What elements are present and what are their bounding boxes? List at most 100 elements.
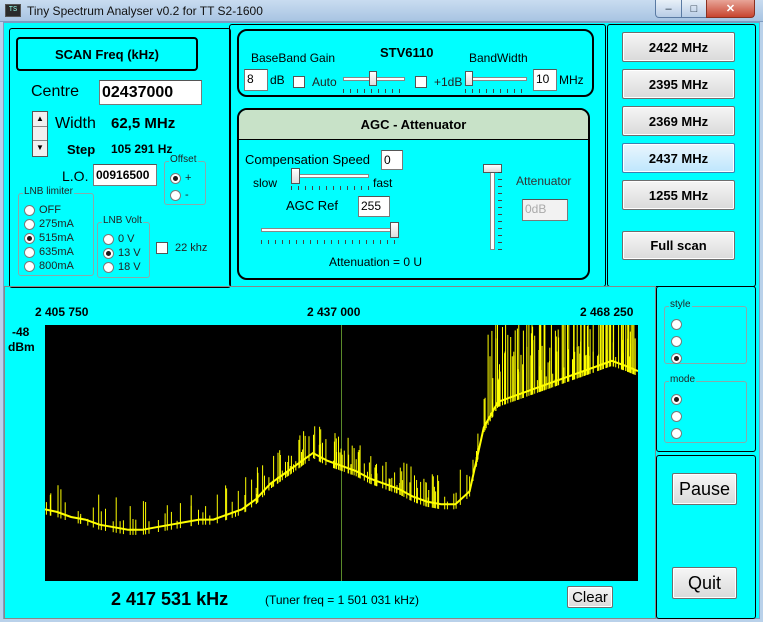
lo-input[interactable]: 00916500 bbox=[93, 164, 157, 186]
lnb-limiter-option[interactable]: 515mA bbox=[24, 231, 74, 245]
offset-legend: Offset bbox=[169, 154, 198, 165]
style-option[interactable] bbox=[671, 333, 686, 350]
fast-label: fast bbox=[373, 176, 393, 190]
freq-right-label: 2 468 250 bbox=[580, 305, 634, 319]
comp-speed-label: Compensation Speed bbox=[245, 152, 371, 167]
attenuator-slider[interactable] bbox=[483, 164, 503, 252]
lnb-volt-legend: LNB Volt bbox=[102, 215, 143, 226]
radio-icon[interactable] bbox=[103, 261, 114, 273]
mode-option[interactable] bbox=[671, 425, 686, 442]
preset-button[interactable]: 2437 MHz bbox=[622, 143, 735, 173]
preset-button[interactable]: 2369 MHz bbox=[622, 106, 735, 136]
slow-label: slow bbox=[253, 176, 278, 190]
freq-left-label: 2 405 750 bbox=[35, 305, 89, 319]
quit-button[interactable]: Quit bbox=[672, 567, 737, 599]
lnb-limiter-option[interactable]: 275mA bbox=[24, 217, 74, 231]
agc-ref-label: AGC Ref bbox=[286, 198, 339, 213]
lnb-limiter-option[interactable]: 800mA bbox=[24, 259, 74, 273]
pause-button[interactable]: Pause bbox=[672, 473, 737, 505]
auto-checkbox[interactable]: Auto bbox=[293, 75, 337, 89]
app-icon: TS bbox=[5, 4, 21, 17]
style-group: style bbox=[664, 299, 747, 367]
lnb-volt-option[interactable]: 18 V bbox=[103, 260, 141, 274]
style-option[interactable] bbox=[671, 350, 686, 367]
bandwidth-input[interactable]: 10 bbox=[533, 69, 557, 91]
gain-slider[interactable] bbox=[343, 71, 405, 93]
width-spinner[interactable]: ▲ ▼ bbox=[32, 111, 48, 157]
preset-button[interactable]: 1255 MHz bbox=[622, 180, 735, 210]
lnb-volt-option[interactable]: 0 V bbox=[103, 232, 141, 246]
bw-unit: MHz bbox=[559, 73, 584, 87]
radio-icon[interactable] bbox=[671, 336, 682, 347]
radio-icon[interactable] bbox=[671, 319, 682, 330]
full-scan-button[interactable]: Full scan bbox=[622, 231, 735, 260]
lo-label: L.O. bbox=[62, 168, 89, 184]
spin-up-icon[interactable]: ▲ bbox=[33, 112, 47, 127]
radio-icon[interactable] bbox=[24, 246, 35, 258]
mode-option[interactable] bbox=[671, 408, 686, 425]
offset-group: Offset + - bbox=[164, 154, 206, 205]
width-label: Width bbox=[55, 115, 96, 132]
radio-icon[interactable] bbox=[24, 232, 35, 244]
scan-title: SCAN Freq (kHz) bbox=[16, 37, 198, 71]
bandwidth-slider[interactable] bbox=[465, 71, 527, 93]
agc-title: AGC - Attenuator bbox=[239, 110, 588, 140]
maximize-button[interactable]: □ bbox=[681, 0, 707, 18]
client-area: SCAN Freq (kHz) Centre 02437000 ▲ ▼ Widt… bbox=[3, 22, 760, 619]
radio-icon[interactable] bbox=[103, 247, 114, 259]
minimize-button[interactable]: – bbox=[655, 0, 682, 18]
radio-icon[interactable] bbox=[671, 353, 682, 364]
presets-panel: 2422 MHz 2395 MHz 2369 MHz 2437 MHz 1255 MHz… bbox=[607, 24, 756, 287]
radio-icon[interactable] bbox=[24, 218, 35, 230]
spectrum-plot[interactable] bbox=[45, 325, 638, 581]
22khz-checkbox[interactable]: 22 khz bbox=[156, 241, 207, 255]
level-label: -48 bbox=[12, 325, 30, 339]
level-unit: dBm bbox=[8, 340, 35, 354]
agc-ref-input[interactable]: 255 bbox=[358, 196, 390, 217]
window-title: Tiny Spectrum Analyser v0.2 for TT S2-16… bbox=[27, 4, 263, 18]
tuner-frequency: (Tuner freq = 1 501 031 kHz) bbox=[265, 593, 419, 607]
bb-gain-label: BaseBand Gain bbox=[251, 51, 336, 65]
radio-icon[interactable] bbox=[24, 260, 35, 272]
title-bar[interactable]: TS Tiny Spectrum Analyser v0.2 for TT S2… bbox=[0, 0, 763, 22]
spin-down-icon[interactable]: ▼ bbox=[33, 141, 47, 156]
comp-speed-input[interactable]: 0 bbox=[381, 150, 403, 170]
radio-icon[interactable] bbox=[671, 428, 682, 439]
attenuator-label: Attenuator bbox=[516, 174, 572, 188]
centre-input[interactable]: 02437000 bbox=[99, 80, 202, 105]
lnb-limiter-option[interactable]: OFF bbox=[24, 203, 74, 217]
radio-icon[interactable] bbox=[671, 394, 682, 405]
step-value: 105 291 Hz bbox=[111, 142, 173, 156]
width-value: 62,5 MHz bbox=[111, 115, 176, 132]
radio-icon[interactable] bbox=[103, 233, 114, 245]
lnb-limiter-legend: LNB limiter bbox=[23, 186, 74, 197]
gain-unit: dB bbox=[270, 73, 285, 87]
radio-icon[interactable] bbox=[671, 411, 682, 422]
agc-ref-slider[interactable] bbox=[261, 222, 399, 244]
gain-input[interactable]: 8 bbox=[244, 69, 268, 91]
baseband-panel: BaseBand Gain STV6110 BandWidth 8 dB Aut… bbox=[237, 29, 594, 97]
mode-option[interactable] bbox=[671, 391, 686, 408]
close-button[interactable]: ✕ bbox=[706, 0, 755, 18]
attenuation-readout: Attenuation = 0 U bbox=[329, 255, 423, 269]
lnb-limiter-option[interactable]: 635mA bbox=[24, 245, 74, 259]
preset-button[interactable]: 2395 MHz bbox=[622, 69, 735, 99]
agc-panel: AGC - Attenuator Compensation Speed 0 sl… bbox=[237, 108, 590, 280]
comp-speed-slider[interactable] bbox=[291, 168, 369, 190]
mode-legend: mode bbox=[669, 374, 697, 385]
offset-plus[interactable]: + bbox=[170, 171, 191, 185]
preset-button[interactable]: 2422 MHz bbox=[622, 32, 735, 62]
plus1db-checkbox[interactable]: +1dB bbox=[415, 75, 462, 89]
clear-button[interactable]: Clear bbox=[567, 586, 613, 608]
style-legend: style bbox=[669, 299, 692, 310]
attenuator-value: 0dB bbox=[522, 199, 568, 221]
style-option[interactable] bbox=[671, 316, 686, 333]
centre-label: Centre bbox=[31, 83, 80, 100]
lnb-volt-option[interactable]: 13 V bbox=[103, 246, 141, 260]
radio-icon[interactable] bbox=[24, 204, 35, 216]
lnb-volt-group: LNB Volt 0 V 13 V 18 V bbox=[97, 215, 150, 278]
freq-center-label: 2 437 000 bbox=[307, 305, 361, 319]
offset-minus[interactable]: - bbox=[170, 188, 189, 202]
control-panel: Pause Quit bbox=[656, 455, 756, 619]
cursor-frequency: 2 417 531 kHz bbox=[111, 589, 229, 609]
